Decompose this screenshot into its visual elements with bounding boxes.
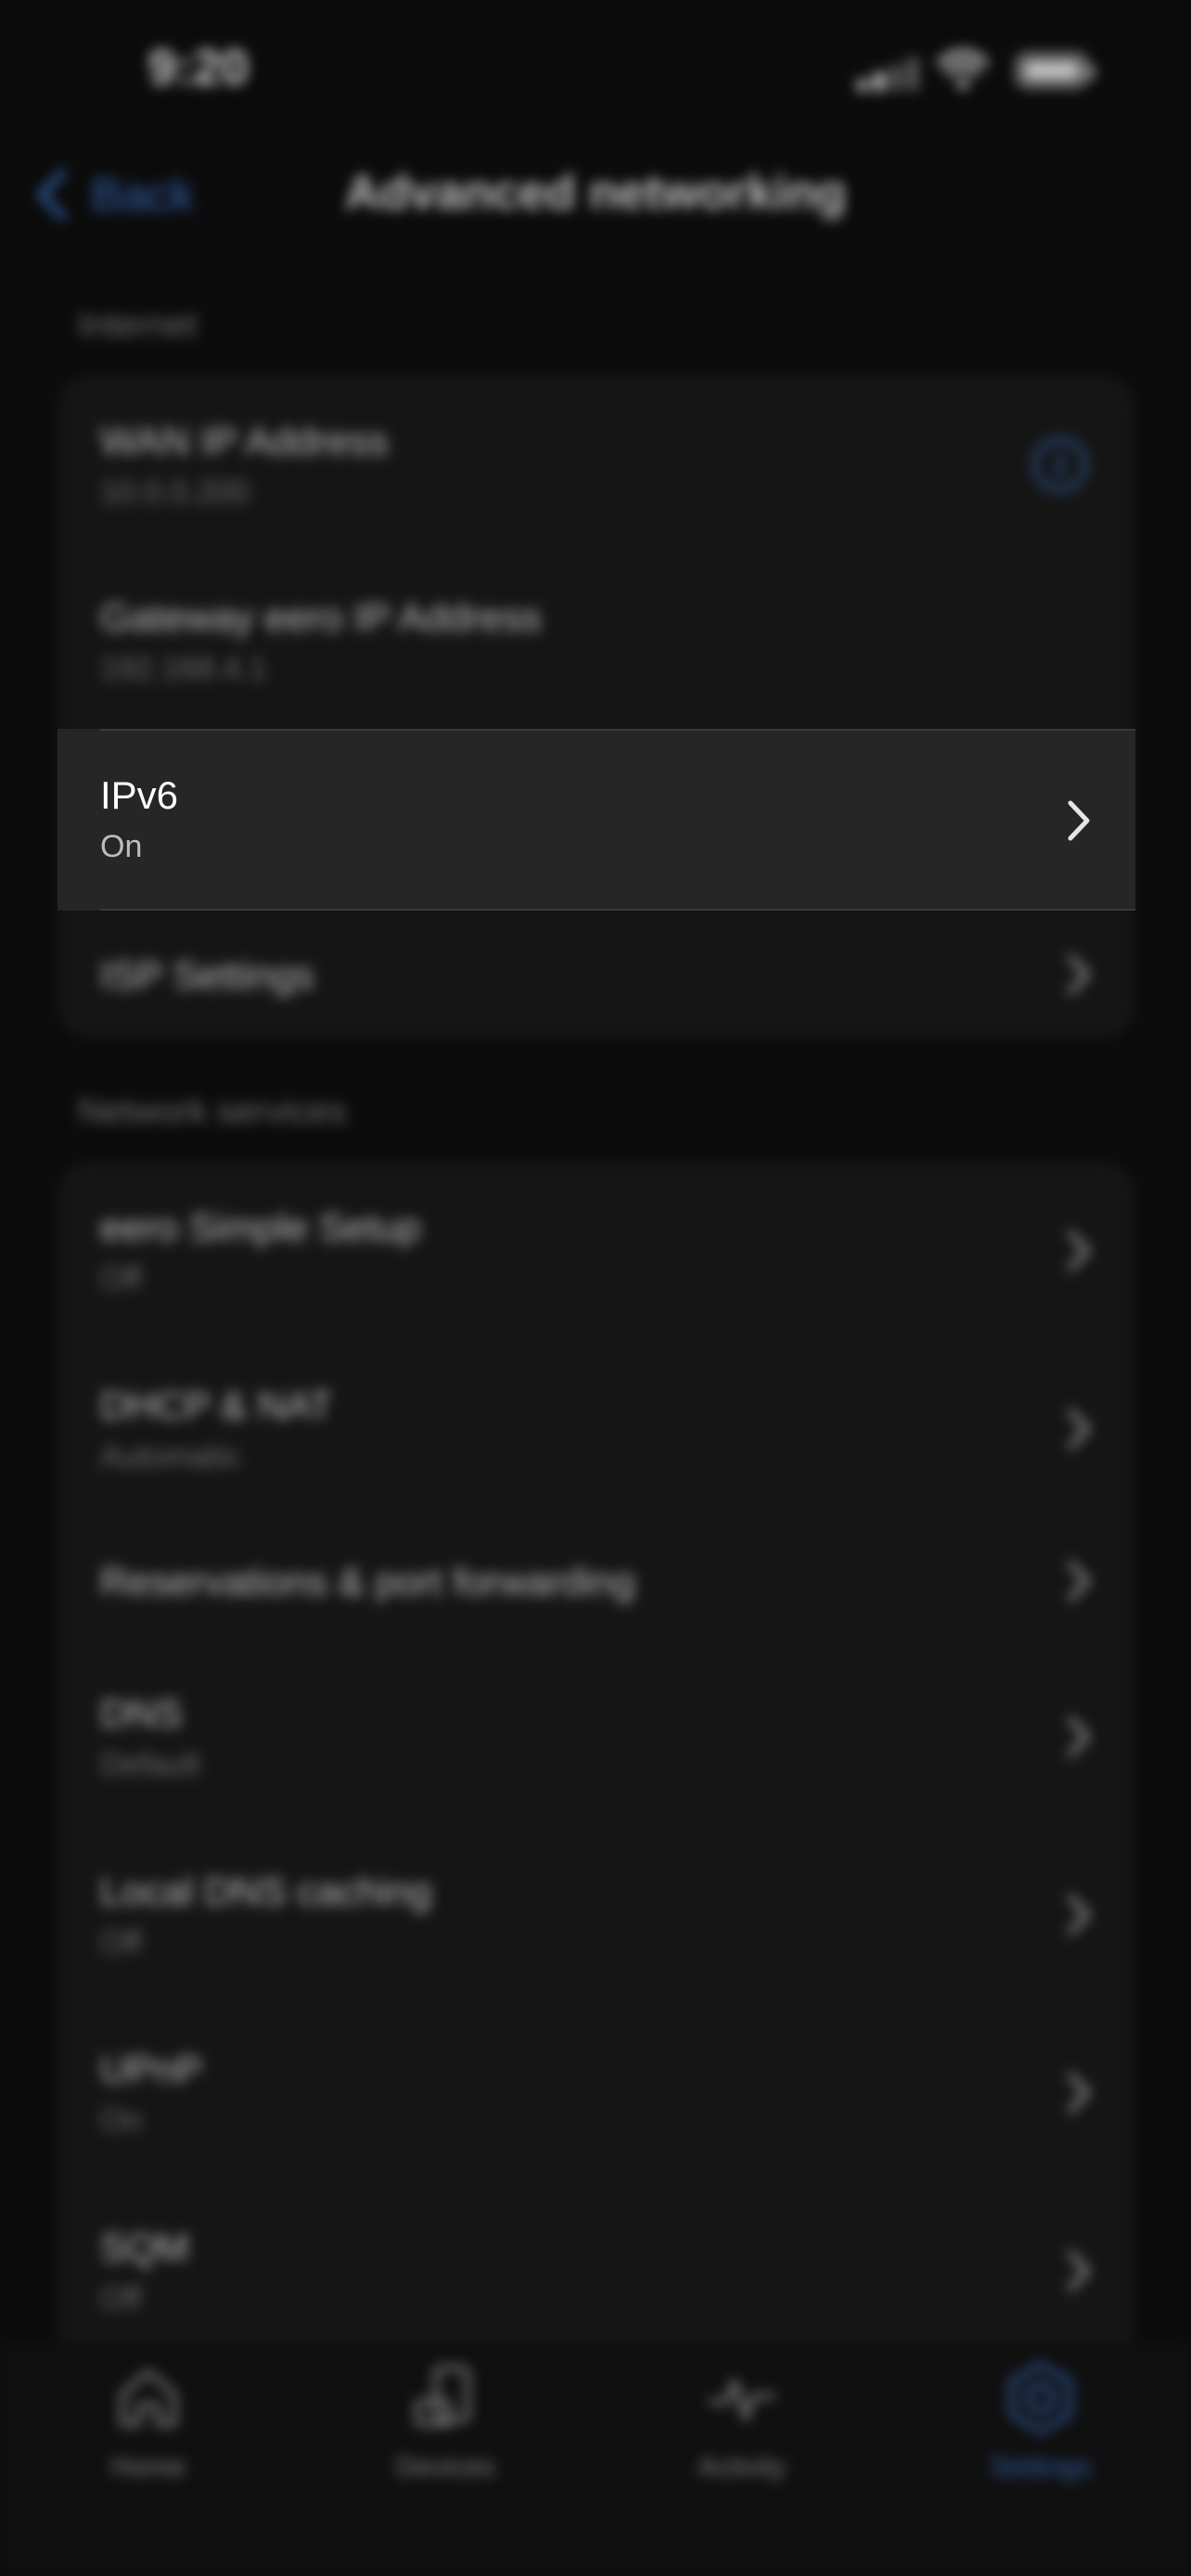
row-upnp[interactable]: UPnP On [58,2003,1135,2181]
chevron-right-icon [1068,1561,1090,1601]
row-gateway-eero-ip-address: Gateway eero IP Address 192.168.4.1 [58,553,1135,729]
house-icon [120,2369,177,2427]
row-subtitle: Off [100,2281,142,2316]
tab-bar: Home Devices Activity Settings [0,2342,1191,2576]
row-dhcp-nat[interactable]: DHCP & NAT Automatic [58,1339,1135,1517]
row-title: eero Simple Setup [100,1205,421,1249]
tab-label: Settings [990,2452,1092,2482]
row-title: IPv6 [100,773,179,817]
battery-icon [1017,54,1095,87]
tab-activity[interactable]: Activity [640,2361,844,2483]
tab-home[interactable]: Home [46,2361,250,2483]
row-title: Reservations & port forwarding [100,1560,635,1603]
section-label-internet: Internet [78,306,198,345]
devices-icon [415,2366,470,2427]
gear-icon [1009,2362,1072,2434]
chevron-right-icon [1068,2251,1090,2291]
tab-devices[interactable]: Devices [343,2361,547,2483]
section-label-network-services: Network services [78,1092,347,1131]
row-title: DHCP & NAT [100,1384,333,1427]
row-title: DNS [100,1691,183,1735]
row-dns[interactable]: DNS Default [58,1647,1135,1825]
chevron-right-icon [1068,1409,1090,1449]
row-subtitle: 10.0.0.200 [100,475,250,510]
row-subtitle: Default [100,1747,200,1782]
chevron-right-icon [1068,1231,1090,1271]
row-local-dns-caching[interactable]: Local DNS caching Off [58,1825,1135,2003]
status-bar: 9:20 [0,0,1191,139]
chevron-right-icon [1068,954,1090,995]
tab-label: Home [110,2452,186,2482]
chevron-right-icon [1068,2072,1090,2113]
chevron-right-icon [1068,1894,1090,1935]
navigation-bar: Back Advanced networking [0,148,1191,241]
row-subtitle: Off [100,1925,142,1960]
row-eero-simple-setup[interactable]: eero Simple Setup Off [58,1161,1135,1339]
row-title: WAN IP Address [100,419,389,463]
row-reservations-port-forwarding[interactable]: Reservations & port forwarding [58,1517,1135,1647]
row-title: ISP Settings [100,953,314,997]
tab-settings[interactable]: Settings [939,2361,1143,2483]
row-subtitle: On [100,829,143,864]
row-title: Gateway eero IP Address [100,595,542,639]
divider [100,909,1135,911]
status-time: 9:20 [148,40,250,96]
row-title: UPnP [100,2047,202,2091]
divider [100,729,1135,731]
tab-label: Devices [395,2452,495,2482]
row-subtitle: Automatic [100,1439,241,1474]
row-subtitle: 192.168.4.1 [100,651,267,686]
background-screen: 9:20 Back Advanced networking Internet W… [0,0,1191,2576]
chevron-right-icon [1068,800,1090,841]
page-title: Advanced networking [344,166,847,220]
row-ipv6[interactable]: IPv6 On [58,729,1135,911]
tab-label: Activity [698,2452,787,2482]
chevron-right-icon [1068,1716,1090,1757]
info-icon[interactable]: i [1033,438,1087,491]
row-subtitle: On [100,2103,143,2138]
wifi-icon [937,49,989,89]
row-sqm[interactable]: SQM Off [58,2181,1135,2359]
internet-card: WAN IP Address 10.0.0.200 i Gateway eero… [58,375,1135,1039]
row-isp-settings[interactable]: ISP Settings [58,911,1135,1039]
row-title: SQM [100,2225,189,2269]
activity-icon [708,2378,776,2421]
row-subtitle: Off [100,1261,142,1296]
cellular-signal-icon [857,54,922,91]
network-services-card: eero Simple Setup Off DHCP & NAT Automat… [58,1161,1135,2366]
row-wan-ip-address[interactable]: WAN IP Address 10.0.0.200 i [58,375,1135,553]
row-title: Local DNS caching [100,1869,432,1913]
